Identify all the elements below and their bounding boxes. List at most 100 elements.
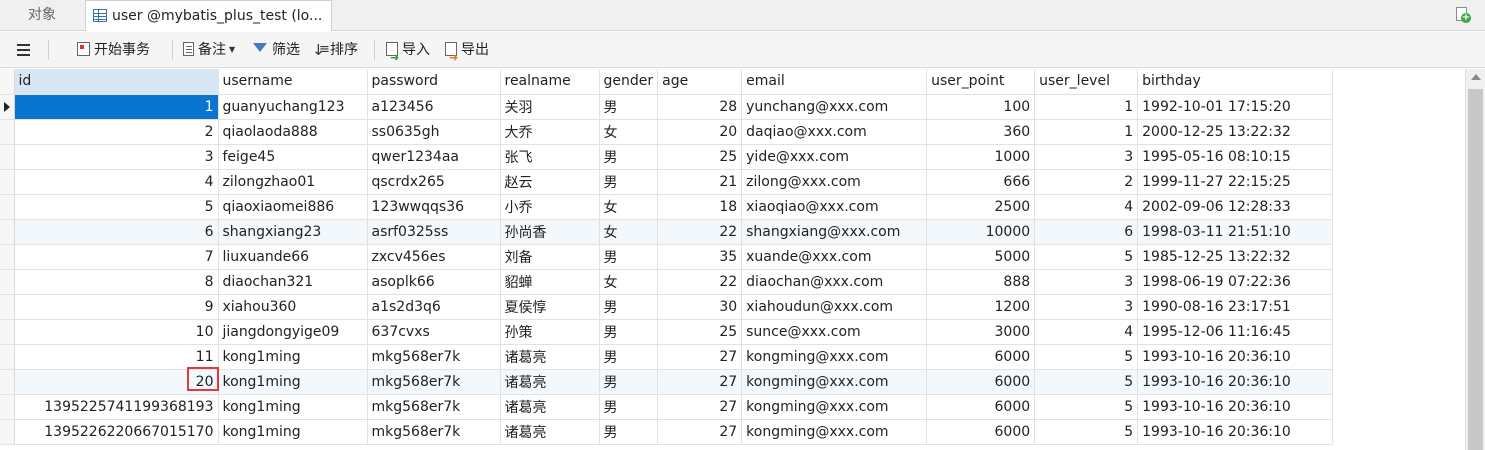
cell-gender[interactable]: 男	[599, 344, 659, 370]
cell-user-level[interactable]: 1	[1034, 94, 1139, 120]
cell-id[interactable]: 4	[14, 169, 219, 195]
column-header-password[interactable]: password	[367, 69, 501, 95]
table-row[interactable]: 6 shangxiang23 asrf0325ss 孙尚香女 22 shangxiang@…	[0, 219, 1334, 245]
cell-username[interactable]: kong1ming	[218, 419, 368, 445]
tab-objects[interactable]: 对象	[0, 0, 84, 31]
row-marker[interactable]	[0, 219, 15, 245]
cell-gender[interactable]: 男	[599, 169, 659, 195]
filter-button[interactable]: 筛选	[253, 32, 300, 68]
cell-password[interactable]: qwer1234aa	[367, 144, 501, 170]
vertical-scrollbar[interactable]	[1465, 69, 1485, 450]
cell-age[interactable]: 27	[657, 419, 743, 445]
cell-gender[interactable]: 男	[599, 394, 659, 420]
cell-email[interactable]: xiaoqiao@xxx.com	[741, 194, 928, 220]
cell-user-point[interactable]: 100	[926, 94, 1036, 120]
cell-gender[interactable]: 男	[599, 94, 659, 120]
cell-user-level[interactable]: 5	[1034, 394, 1139, 420]
cell-username[interactable]: feige45	[218, 144, 368, 170]
cell-email[interactable]: kongming@xxx.com	[741, 344, 928, 370]
cell-birthday[interactable]: 1998-03-11 21:51:10	[1137, 219, 1334, 245]
cell-email[interactable]: xiahoudun@xxx.com	[741, 294, 928, 320]
cell-password[interactable]: qscrdx265	[367, 169, 501, 195]
column-header-email[interactable]: email	[741, 69, 928, 95]
cell-age[interactable]: 22	[657, 219, 743, 245]
cell-username[interactable]: kong1ming	[218, 394, 368, 420]
cell-age[interactable]: 30	[657, 294, 743, 320]
cell-gender[interactable]: 女	[599, 219, 659, 245]
cell-id[interactable]: 7	[14, 244, 219, 270]
cell-email[interactable]: kongming@xxx.com	[741, 369, 928, 395]
row-marker[interactable]	[0, 294, 15, 320]
table-row[interactable]: 1395225741199368193 kong1ming mkg568er7k 诸葛…	[0, 394, 1334, 420]
cell-user-level[interactable]: 4	[1034, 194, 1139, 220]
cell-username[interactable]: kong1ming	[218, 369, 368, 395]
cell-email[interactable]: yunchang@xxx.com	[741, 94, 928, 120]
new-query-icon[interactable]: +	[1455, 7, 1471, 23]
table-row[interactable]: 10 jiangdongyige09 637cvxs 孙策男 25 sunce@xxx.c…	[0, 319, 1334, 345]
column-header-gender[interactable]: gender	[599, 69, 659, 95]
cell-realname[interactable]: 刘备	[500, 244, 600, 270]
row-marker[interactable]	[0, 94, 15, 120]
cell-realname[interactable]: 诸葛亮	[500, 419, 600, 445]
cell-realname[interactable]: 张飞	[500, 144, 600, 170]
row-marker[interactable]	[0, 194, 15, 220]
cell-realname[interactable]: 赵云	[500, 169, 600, 195]
row-marker[interactable]	[0, 344, 15, 370]
cell-realname[interactable]: 貂蝉	[500, 269, 600, 295]
cell-realname[interactable]: 夏侯惇	[500, 294, 600, 320]
row-marker[interactable]	[0, 119, 15, 145]
column-header-birthday[interactable]: birthday	[1137, 69, 1334, 95]
cell-birthday[interactable]: 1993-10-16 20:36:10	[1137, 419, 1334, 445]
cell-birthday[interactable]: 2000-12-25 13:22:32	[1137, 119, 1334, 145]
cell-birthday[interactable]: 2002-09-06 12:28:33	[1137, 194, 1334, 220]
cell-id[interactable]: 10	[14, 319, 219, 345]
cell-user-level[interactable]: 2	[1034, 169, 1139, 195]
sort-button[interactable]: 排序	[312, 32, 358, 68]
column-header-username[interactable]: username	[218, 69, 368, 95]
cell-user-level[interactable]: 5	[1034, 244, 1139, 270]
cell-username[interactable]: qiaolaoda888	[218, 119, 368, 145]
cell-user-point[interactable]: 6000	[926, 419, 1036, 445]
cell-realname[interactable]: 诸葛亮	[500, 344, 600, 370]
cell-user-point[interactable]: 2500	[926, 194, 1036, 220]
column-header-id[interactable]: id	[14, 69, 219, 95]
data-grid[interactable]: id username password realname gender age…	[0, 69, 1465, 450]
cell-user-point[interactable]: 1000	[926, 144, 1036, 170]
row-marker[interactable]	[0, 319, 15, 345]
cell-id[interactable]: 3	[14, 144, 219, 170]
cell-user-point[interactable]: 1200	[926, 294, 1036, 320]
cell-id[interactable]: 8	[14, 269, 219, 295]
cell-age[interactable]: 21	[657, 169, 743, 195]
cell-user-point[interactable]: 5000	[926, 244, 1036, 270]
cell-email[interactable]: zilong@xxx.com	[741, 169, 928, 195]
cell-user-level[interactable]: 4	[1034, 319, 1139, 345]
cell-realname[interactable]: 诸葛亮	[500, 369, 600, 395]
row-marker[interactable]	[0, 419, 15, 445]
cell-age[interactable]: 18	[657, 194, 743, 220]
cell-user-point[interactable]: 6000	[926, 394, 1036, 420]
cell-id[interactable]: 6	[14, 219, 219, 245]
cell-birthday[interactable]: 1995-12-06 11:16:45	[1137, 319, 1334, 345]
cell-gender[interactable]: 男	[599, 319, 659, 345]
cell-password[interactable]: ss0635gh	[367, 119, 501, 145]
cell-birthday[interactable]: 1998-06-19 07:22:36	[1137, 269, 1334, 295]
cell-user-level[interactable]: 5	[1034, 369, 1139, 395]
cell-birthday[interactable]: 1993-10-16 20:36:10	[1137, 344, 1334, 370]
cell-user-level[interactable]: 1	[1034, 119, 1139, 145]
table-row[interactable]: 5 qiaoxiaomei886 123wwqqs36 小乔女 18 xiaoqiao@x…	[0, 194, 1334, 220]
export-button[interactable]: 导出	[445, 32, 489, 76]
cell-realname[interactable]: 小乔	[500, 194, 600, 220]
cell-email[interactable]: diaochan@xxx.com	[741, 269, 928, 295]
cell-gender[interactable]: 男	[599, 369, 659, 395]
cell-user-point[interactable]: 888	[926, 269, 1036, 295]
column-header-realname[interactable]: realname	[500, 69, 600, 95]
cell-user-point[interactable]: 10000	[926, 219, 1036, 245]
cell-username[interactable]: diaochan321	[218, 269, 368, 295]
cell-username[interactable]: jiangdongyige09	[218, 319, 368, 345]
table-row[interactable]: 20 kong1ming mkg568er7k 诸葛亮男 27 kongming@xxx.…	[0, 369, 1334, 395]
cell-username[interactable]: kong1ming	[218, 344, 368, 370]
cell-user-level[interactable]: 5	[1034, 344, 1139, 370]
cell-birthday[interactable]: 1993-10-16 20:36:10	[1137, 394, 1334, 420]
table-row[interactable]: 11 kong1ming mkg568er7k 诸葛亮男 27 kongming@xxx.…	[0, 344, 1334, 370]
cell-password[interactable]: 123wwqqs36	[367, 194, 501, 220]
